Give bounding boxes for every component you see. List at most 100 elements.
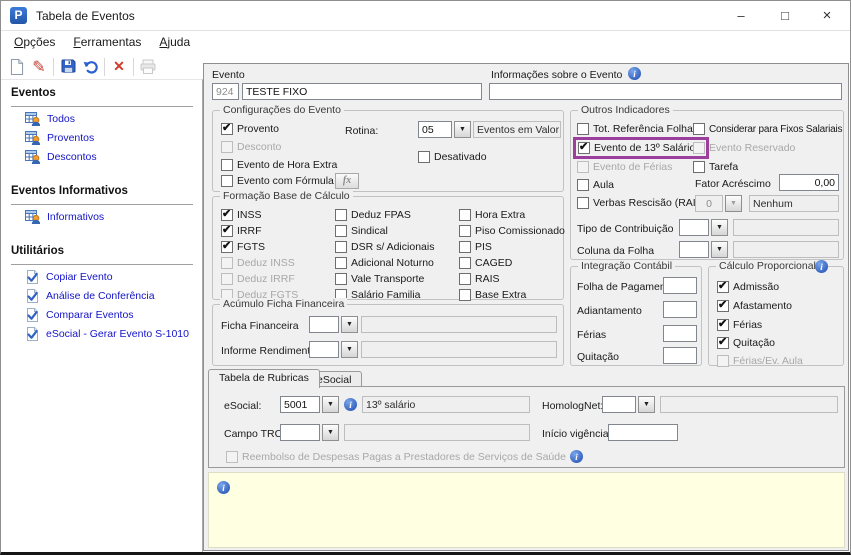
checkbox-inss[interactable]: INSS	[221, 207, 262, 221]
checkbox-label: Evento de 13º Salário	[594, 142, 696, 154]
checkbox-irrf[interactable]: IRRF	[221, 223, 262, 237]
checkbox-caged[interactable]: CAGED	[459, 257, 512, 269]
checkbox-label: Adicional Noturno	[351, 257, 434, 269]
esocial-rubrica-combo-value[interactable]: 5001	[280, 396, 320, 413]
checkbox-tarefa[interactable]: Tarefa	[693, 161, 738, 173]
rotina-dropdown-button[interactable]	[454, 121, 471, 138]
tipo-contribuicao-label: Tipo de Contribuição	[577, 223, 674, 235]
homolognet-dropdown-button[interactable]	[638, 396, 655, 413]
info-icon[interactable]: i	[344, 398, 357, 411]
coluna-folha-combo-value[interactable]	[679, 241, 709, 258]
edit-button[interactable]: ✎	[28, 56, 50, 77]
ficha-financeira-dropdown-button[interactable]	[341, 316, 358, 333]
checkbox-sindical[interactable]: Sindical	[335, 225, 388, 237]
checkbox-vale-transporte[interactable]: Vale Transporte	[335, 273, 424, 285]
checkbox-admissao[interactable]: Admissão	[717, 279, 779, 293]
informe-rendimentos-combo-value[interactable]	[309, 341, 339, 358]
checkbox-aula[interactable]: Aula	[577, 179, 614, 191]
rotina-combo-value[interactable]: 05	[418, 121, 452, 138]
checkbox-rais[interactable]: RAIS	[459, 273, 500, 285]
checkbox-considerar-fixos-salariais[interactable]: Considerar para Fixos Salariais	[693, 123, 843, 135]
menu-opcoes[interactable]: Opções	[5, 32, 64, 54]
folha-pagamento-field[interactable]	[663, 277, 697, 294]
evento-name-field[interactable]: TESTE FIXO	[242, 83, 482, 100]
checkbox-label: Evento com Fórmula	[237, 175, 334, 187]
info-icon[interactable]: i	[569, 450, 583, 463]
sidebar-section-eventos: Eventos	[11, 87, 193, 107]
fator-acrescimo-field[interactable]: 0,00	[779, 174, 839, 191]
homolognet-combo-value[interactable]	[602, 396, 636, 413]
floppy-disk-icon	[61, 59, 75, 73]
info-icon[interactable]: i	[217, 481, 230, 494]
checkbox-ferias-proporcional[interactable]: Férias	[717, 317, 762, 331]
campo-trct-combo-value[interactable]	[280, 424, 320, 441]
undo-button[interactable]	[79, 56, 101, 77]
sidebar-item-descontos[interactable]: Descontos	[25, 150, 202, 164]
checkbox-adicional-noturno[interactable]: Adicional Noturno	[335, 257, 434, 269]
checkbox-evento-com-formula[interactable]: Evento com Fórmula	[221, 175, 334, 187]
info-evento-field[interactable]	[489, 83, 842, 100]
sidebar-item-comparar-eventos[interactable]: Comparar Eventos	[25, 308, 202, 322]
menu-ajuda[interactable]: Ajuda	[150, 32, 199, 54]
checkbox-evento-reservado: Evento Reservado	[693, 142, 795, 154]
campo-trct-dropdown-button[interactable]	[322, 424, 339, 441]
close-button[interactable]: ×	[806, 1, 848, 31]
informe-rendimentos-dropdown-button[interactable]	[341, 341, 358, 358]
inicio-vigencia-field[interactable]	[608, 424, 678, 441]
checkbox-desativado[interactable]: Desativado	[418, 151, 487, 163]
sidebar-item-analise-conferencia[interactable]: Análise de Conferência	[25, 289, 202, 303]
sidebar-item-informativos[interactable]: Informativos	[25, 210, 202, 224]
checkbox-dsr-adicionais[interactable]: DSR s/ Adicionais	[335, 241, 434, 253]
ficha-financeira-combo-value[interactable]	[309, 316, 339, 333]
new-document-icon	[10, 58, 24, 75]
checkbox-pis[interactable]: PIS	[459, 241, 492, 253]
menu-label: erramentas	[80, 35, 142, 49]
checkbox-afastamento[interactable]: Afastamento	[717, 298, 792, 312]
checkbox-salario-familia[interactable]: Salário Familia	[335, 289, 420, 301]
coluna-folha-dropdown-button[interactable]	[711, 241, 728, 258]
sidebar-item-esocial-gerar-s1010[interactable]: eSocial - Gerar Evento S-1010	[25, 327, 202, 341]
checkbox-hora-extra[interactable]: Hora Extra	[459, 209, 525, 221]
tipo-contribuicao-description-field	[733, 219, 839, 236]
checkbox-deduz-fpas[interactable]: Deduz FPAS	[335, 209, 411, 221]
checkbox-label: Tot. Referência Folha	[593, 123, 693, 135]
maximize-button[interactable]: □	[764, 1, 806, 31]
checkbox-evento-hora-extra[interactable]: Evento de Hora Extra	[221, 159, 337, 171]
checkbox-quitacao-proporcional[interactable]: Quitação	[717, 335, 775, 349]
ferias-field[interactable]	[663, 325, 697, 342]
app-logo-icon: P	[10, 7, 27, 24]
tipo-contribuicao-combo-value[interactable]	[679, 219, 709, 236]
sidebar-item-copiar-evento[interactable]: Copiar Evento	[25, 270, 202, 284]
ficha-financeira-description-field	[361, 316, 557, 333]
checkbox-piso-comissionado[interactable]: Piso Comissionado	[459, 225, 565, 237]
checkbox-provento[interactable]: Provento	[221, 121, 279, 135]
toolbar-separator	[53, 57, 54, 76]
checkbox-base-extra[interactable]: Base Extra	[459, 289, 526, 301]
save-button[interactable]	[57, 56, 79, 77]
adiantamento-field[interactable]	[663, 301, 697, 318]
sidebar-section-eventos-informativos: Eventos Informativos	[11, 185, 193, 205]
checkbox-verbas-rescisao-rais[interactable]: Verbas Rescisão (RAIS)	[577, 197, 706, 209]
delete-button[interactable]: ✕	[108, 56, 130, 77]
sidebar-item-todos[interactable]: Todos	[25, 112, 202, 126]
minimize-button[interactable]: –	[720, 1, 762, 31]
info-icon[interactable]: i	[628, 67, 641, 80]
new-record-button[interactable]	[6, 56, 28, 77]
checkbox-box	[335, 273, 347, 285]
checkbox-box	[459, 241, 471, 253]
esocial-rubrica-dropdown-button[interactable]	[322, 396, 339, 413]
evento-code-field[interactable]: 924	[212, 83, 239, 100]
checkbox-box	[717, 317, 729, 331]
menu-ferramentas[interactable]: Ferramentas	[64, 32, 150, 54]
menu-label: juda	[167, 35, 191, 49]
quitacao-field[interactable]	[663, 347, 697, 364]
checkbox-box	[459, 209, 471, 221]
sidebar-item-proventos[interactable]: Proventos	[25, 131, 202, 145]
checkbox-fgts[interactable]: FGTS	[221, 239, 265, 253]
checkbox-evento-13-salario[interactable]: Evento de 13º Salário	[578, 140, 696, 154]
tab-tabela-de-rubricas[interactable]: Tabela de Rubricas	[208, 369, 320, 388]
tipo-contribuicao-dropdown-button[interactable]	[711, 219, 728, 236]
checkbox-tot-referencia-folha[interactable]: Tot. Referência Folha	[577, 123, 693, 135]
rotina-description-field: Eventos em Valor	[473, 121, 561, 138]
info-icon[interactable]: i	[815, 260, 828, 273]
